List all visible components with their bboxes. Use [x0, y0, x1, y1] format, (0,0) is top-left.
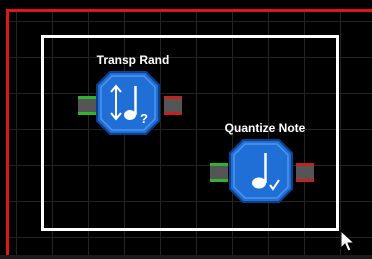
note-transpose-random-icon: ? — [96, 71, 160, 135]
module-body[interactable]: ? — [96, 71, 160, 135]
patch-canvas[interactable]: Transp Rand ? Quantize Note — [0, 0, 372, 255]
svg-text:?: ? — [140, 111, 148, 126]
output-port[interactable] — [164, 96, 182, 115]
module-body[interactable] — [229, 139, 293, 203]
output-port[interactable] — [296, 163, 314, 182]
module-label: Quantize Note — [224, 121, 306, 135]
note-quantize-icon — [229, 139, 293, 203]
module-label: Transp Rand — [96, 53, 170, 67]
input-port[interactable] — [210, 163, 228, 182]
module-transp-rand[interactable]: Transp Rand ? — [78, 53, 188, 143]
mouse-pointer-icon — [340, 229, 356, 254]
module-quantize-note[interactable]: Quantize Note — [210, 121, 320, 211]
input-port[interactable] — [78, 96, 96, 115]
